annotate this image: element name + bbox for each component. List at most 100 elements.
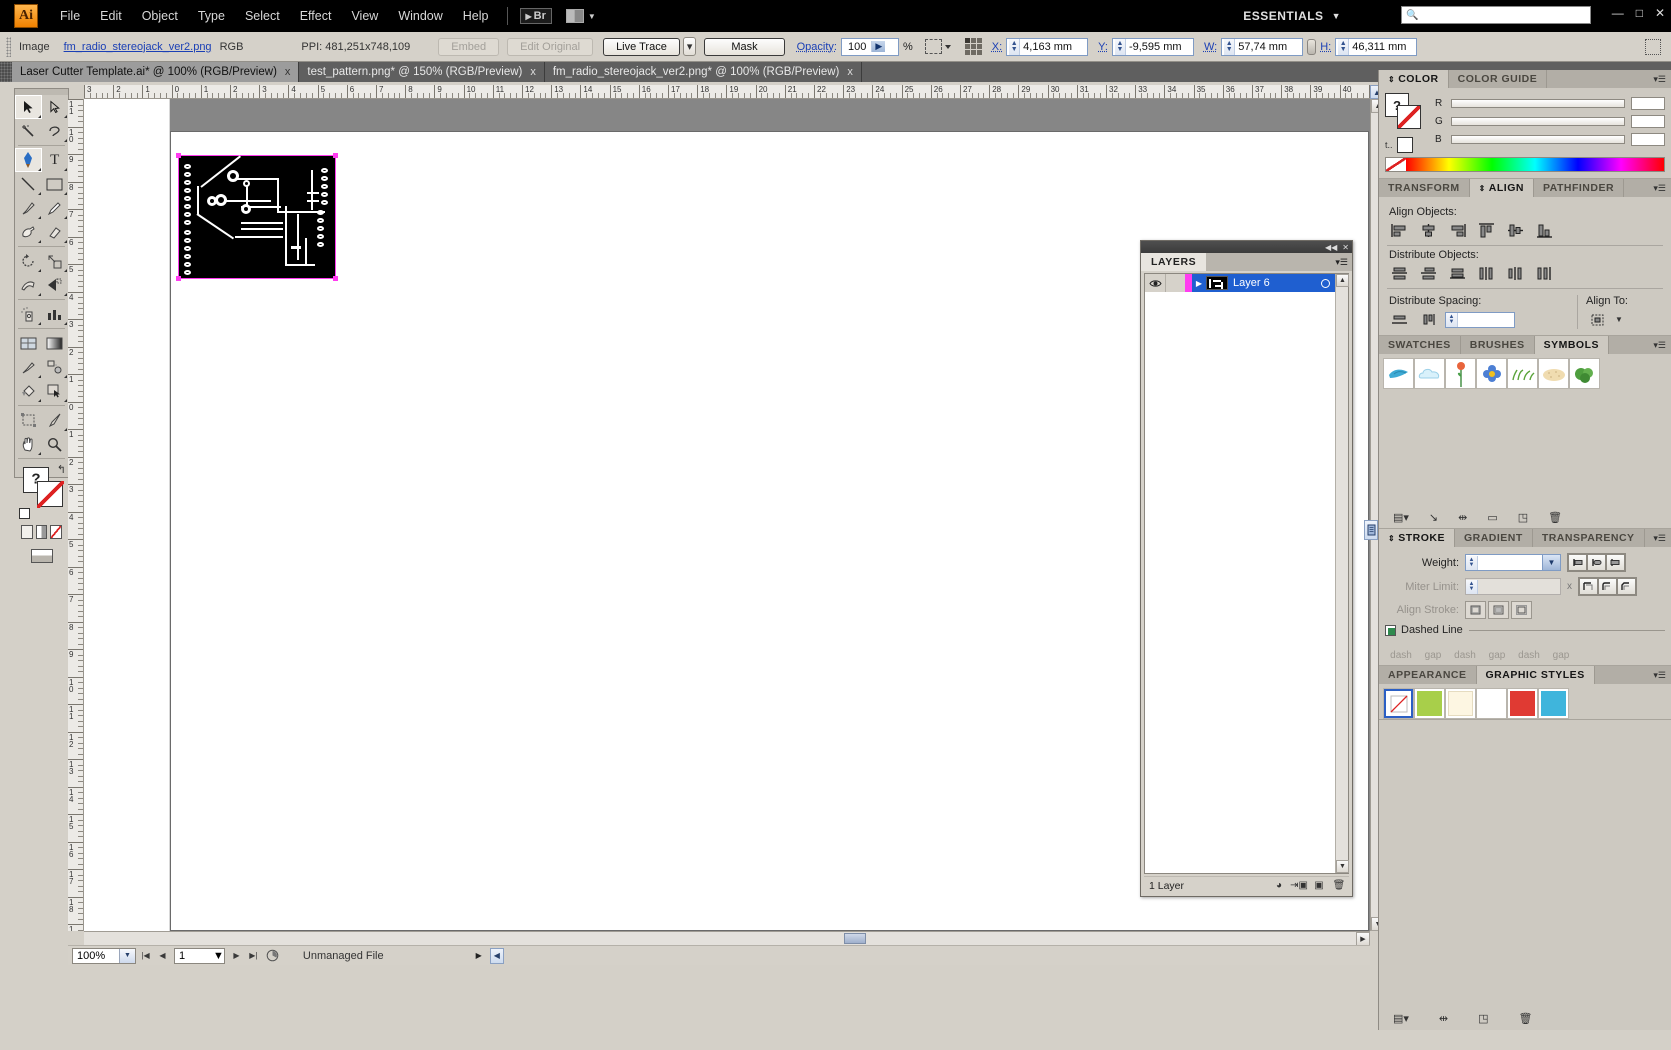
workspace-switcher[interactable]: ESSENTIALS ▼ (1243, 0, 1341, 32)
trash-icon[interactable]: 🗑 (1519, 1012, 1533, 1025)
weight-input[interactable]: ▲▼ ▼ (1465, 554, 1561, 571)
layers-panel-titlebar[interactable]: ◀◀ ✕ (1141, 241, 1352, 253)
scale-tool[interactable] (42, 249, 69, 273)
control-bar-overflow-icon[interactable] (1645, 39, 1661, 55)
weight-dropdown-icon[interactable]: ▼ (1542, 555, 1560, 570)
projecting-cap-icon[interactable] (1606, 554, 1625, 571)
align-stroke-outside-icon[interactable] (1511, 601, 1532, 619)
color-spectrum-bar[interactable] (1385, 157, 1665, 172)
chevron-down-icon[interactable] (945, 45, 951, 49)
arrange-documents-button[interactable]: ▼ (566, 9, 596, 23)
weight-stepper[interactable]: ▲▼ (1466, 556, 1478, 570)
cloud-symbol[interactable] (1414, 358, 1445, 389)
blob-brush-tool[interactable] (15, 220, 42, 244)
menu-view[interactable]: View (341, 0, 388, 32)
opacity-input[interactable]: 100 ▶ (841, 38, 899, 56)
warp-tool[interactable] (15, 273, 42, 297)
tab-color-guide[interactable]: COLOR GUIDE (1449, 70, 1548, 88)
first-page-button[interactable]: |◀ (138, 948, 153, 964)
align-bottom-icon[interactable] (1532, 221, 1556, 240)
delete-symbol-icon[interactable]: 🗑 (1548, 511, 1562, 524)
embed-button[interactable]: Embed (438, 38, 499, 56)
vertical-distribute-space-icon[interactable] (1387, 310, 1411, 329)
tab-close-icon[interactable]: x (847, 66, 853, 78)
spacing-input[interactable]: ▲▼ (1445, 312, 1515, 328)
align-left-icon[interactable] (1387, 221, 1411, 240)
none-color-button[interactable]: t.. (1385, 137, 1435, 153)
chevron-down-icon[interactable]: ▼ (1615, 315, 1623, 324)
create-new-sublayer-icon[interactable]: ⇥▣ (1289, 878, 1309, 894)
live-trace-preset-dropdown[interactable]: ▾ (683, 37, 697, 56)
sand-symbol[interactable] (1538, 358, 1569, 389)
hand-tool[interactable] (15, 432, 42, 456)
b-input[interactable] (1631, 133, 1665, 146)
slice-tool[interactable] (42, 408, 69, 432)
align-stroke-inside-icon[interactable] (1488, 601, 1509, 619)
visibility-toggle-icon[interactable] (1145, 274, 1165, 292)
miter-stepper[interactable]: ▲▼ (1466, 580, 1478, 594)
tab-pathfinder[interactable]: PATHFINDER (1534, 179, 1624, 197)
transparency-options-icon[interactable] (925, 39, 942, 54)
status-menu-arrow[interactable]: ▶ (476, 951, 482, 960)
menu-effect[interactable]: Effect (290, 0, 342, 32)
blend-tool[interactable] (42, 355, 69, 379)
spectrum-ramp[interactable] (1406, 158, 1664, 171)
menu-edit[interactable]: Edit (90, 0, 132, 32)
blue-style[interactable] (1538, 688, 1569, 719)
bevel-join-icon[interactable] (1617, 578, 1636, 595)
align-to-selection-icon[interactable] (1586, 310, 1610, 329)
new-style-icon[interactable]: ⇹ (1439, 1012, 1448, 1025)
lasso-tool[interactable] (42, 119, 69, 143)
tab-transform[interactable]: TRANSFORM (1379, 179, 1470, 197)
break-link-icon[interactable]: ▤▾ (1393, 1012, 1409, 1025)
linked-file-link[interactable]: fm_radio_stereojack_ver2.png (64, 41, 212, 53)
chevron-down-icon[interactable]: ▼ (213, 950, 224, 962)
magic-wand-tool[interactable] (15, 119, 42, 143)
target-indicator-icon[interactable] (1321, 279, 1330, 288)
selection-tool[interactable] (15, 95, 42, 119)
dashed-line-checkbox[interactable] (1385, 625, 1396, 636)
shrub-symbol[interactable] (1569, 358, 1600, 389)
close-icon[interactable]: ✕ (1342, 243, 1349, 252)
cream-style[interactable] (1445, 688, 1476, 719)
h-input[interactable]: ▲▼ 46,311 mm (1335, 38, 1417, 56)
rectangle-tool[interactable] (42, 172, 69, 196)
swap-fill-stroke-icon[interactable]: ↰ (57, 463, 66, 476)
panel-menu-icon[interactable]: ▾☰ (1653, 529, 1671, 547)
h-stepper[interactable]: ▲▼ (1338, 39, 1349, 55)
gradient-fill-button[interactable] (36, 525, 48, 539)
go-to-bridge-icon[interactable]: ▶Br (520, 8, 552, 24)
table-row[interactable]: ▶ Layer 6 (1145, 274, 1348, 292)
distribute-vertical-top-icon[interactable] (1387, 264, 1411, 283)
pencil-tool[interactable] (42, 196, 69, 220)
place-symbol-instance-icon[interactable]: ↘ (1429, 511, 1438, 524)
collapse-icon[interactable]: ◀◀ (1325, 243, 1337, 252)
tab-symbols[interactable]: SYMBOLS (1535, 336, 1609, 354)
default-fill-stroke-icon[interactable] (19, 508, 30, 519)
align-top-icon[interactable] (1474, 221, 1498, 240)
mesh-tool[interactable] (15, 331, 42, 355)
distribute-vertical-bottom-icon[interactable] (1445, 264, 1469, 283)
next-page-button[interactable]: ▶ (229, 948, 244, 964)
tab-bar-grip[interactable] (0, 62, 12, 82)
symbol-options-icon[interactable]: ▭ (1487, 511, 1497, 524)
tab-graphic-styles[interactable]: GRAPHIC STYLES (1477, 666, 1595, 684)
control-bar-grip[interactable] (6, 37, 11, 57)
butt-cap-icon[interactable] (1568, 554, 1587, 571)
stroke-swatch[interactable] (37, 481, 63, 507)
zoom-tool[interactable] (42, 432, 69, 456)
horizontal-ruler[interactable]: 3210123456789101112131415161718192021222… (84, 85, 1370, 99)
chevron-down-icon[interactable]: ▼ (119, 949, 135, 963)
tab-close-icon[interactable]: x (285, 66, 291, 78)
panel-menu-icon[interactable]: ▾☰ (1653, 336, 1671, 354)
r-slider[interactable] (1451, 99, 1625, 108)
color-fill-stroke-swatches[interactable]: ? (1385, 93, 1425, 133)
tab-layers[interactable]: LAYERS (1141, 253, 1206, 271)
paintbrush-tool[interactable] (15, 196, 42, 220)
eyedropper-tool[interactable] (15, 355, 42, 379)
live-trace-button[interactable]: Live Trace (603, 38, 680, 56)
align-right-icon[interactable] (1445, 221, 1469, 240)
last-page-button[interactable]: ▶| (246, 948, 261, 964)
w-stepper[interactable]: ▲▼ (1224, 39, 1235, 55)
panel-menu-icon[interactable]: ▾☰ (1653, 666, 1671, 684)
